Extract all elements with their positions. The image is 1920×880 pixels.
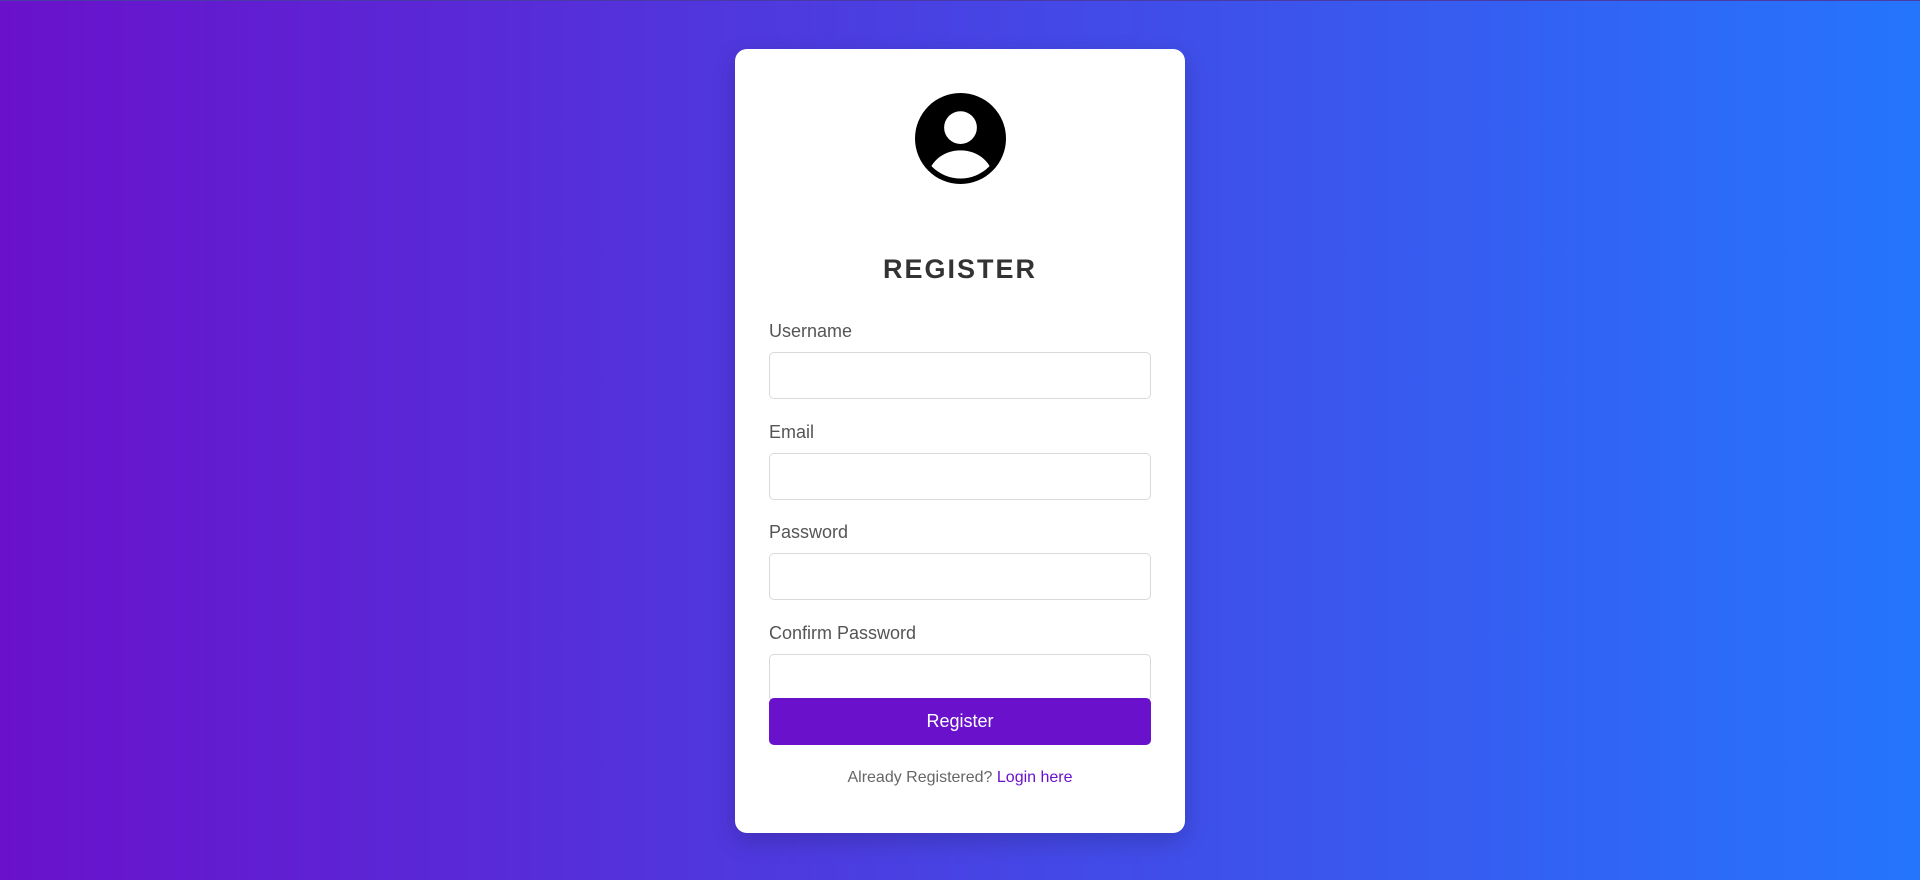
password-input[interactable]: [769, 553, 1151, 600]
confirm-password-label: Confirm Password: [769, 623, 917, 643]
username-label: Username: [769, 321, 853, 341]
email-input[interactable]: [769, 453, 1151, 500]
register-button[interactable]: Register: [769, 698, 1151, 745]
user-circle-icon: [915, 93, 1006, 184]
top-border-line: [0, 0, 1920, 1]
confirm-password-input[interactable]: [769, 654, 1151, 701]
login-prompt: Already Registered? Login here: [735, 769, 1185, 787]
email-label: Email: [769, 422, 815, 442]
username-input[interactable]: [769, 352, 1151, 399]
password-label: Password: [769, 522, 849, 542]
login-link[interactable]: Login here: [997, 769, 1073, 786]
login-prompt-text: Already Registered?: [847, 769, 993, 786]
register-card: REGISTER Username Email Password Confirm…: [735, 49, 1185, 833]
page-title: REGISTER: [882, 254, 1038, 284]
